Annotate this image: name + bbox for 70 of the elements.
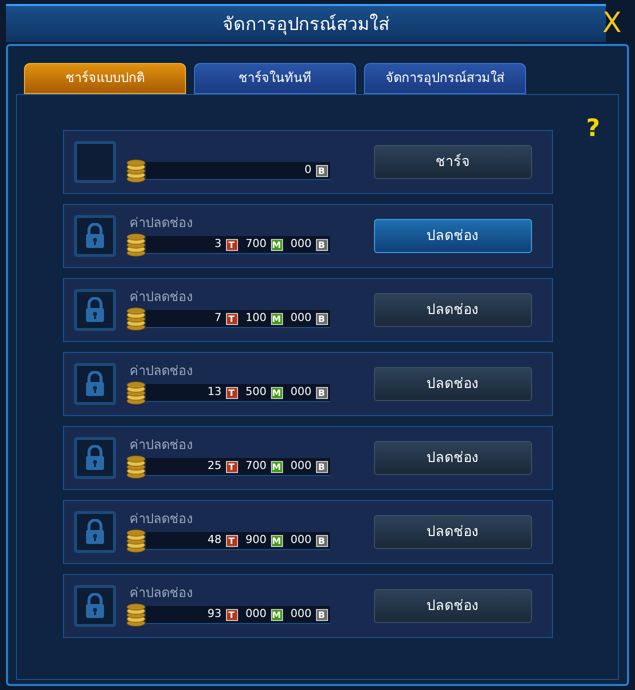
currency-badge: B <box>316 534 328 546</box>
cost-amount: 700 <box>246 236 266 252</box>
currency-badge: B <box>316 238 328 250</box>
unlock-cost-label: ค่าปลดช่อง <box>130 585 194 603</box>
unlock-cost-label: ค่าปลดช่อง <box>130 511 194 529</box>
padlock-icon <box>84 593 106 619</box>
coin-stack-icon <box>126 233 146 257</box>
padlock-icon <box>84 297 106 323</box>
charge-button[interactable]: ชาร์จ <box>374 145 532 179</box>
unlock-cost-label: ค่าปลดช่อง <box>130 289 194 307</box>
close-button[interactable]: X <box>595 6 629 40</box>
currency-badge: B <box>316 164 328 176</box>
window-title: จัดการอุปกรณ์สวมใส่ <box>222 12 390 37</box>
padlock-icon <box>84 445 106 471</box>
cost-amount: 13 <box>208 384 222 400</box>
currency-badge: T <box>226 534 238 546</box>
help-icon[interactable]: ? <box>586 115 600 141</box>
padlock-icon <box>84 519 106 545</box>
unlock-cost-label: ค่าปลดช่อง <box>130 363 194 381</box>
cost-amount: 900 <box>246 532 266 548</box>
currency-badge: T <box>226 238 238 250</box>
coin-stack-icon <box>126 529 146 553</box>
currency-badge: T <box>226 460 238 472</box>
tab[interactable]: จัดการอุปกรณ์สวมใส่ <box>364 63 526 94</box>
cost-amount: 000 <box>290 236 312 252</box>
padlock-icon <box>84 223 106 249</box>
unlock-button[interactable]: ปลดช่อง <box>374 367 532 401</box>
coin-stack-icon <box>126 455 146 479</box>
cost-amount: 3 <box>214 236 222 252</box>
unlock-cost-label: ค่าปลดช่อง <box>130 437 194 455</box>
unlock-button[interactable]: ปลดช่อง <box>374 441 532 475</box>
currency-badge: T <box>226 608 238 620</box>
cost-amount: 7 <box>214 310 222 326</box>
unlock-cost-label: ค่าปลดช่อง <box>130 215 194 233</box>
currency-badge: M <box>270 608 282 620</box>
currency-badge: M <box>270 238 282 250</box>
unlock-button[interactable]: ปลดช่อง <box>374 293 532 327</box>
currency-badge: B <box>316 386 328 398</box>
coin-stack-icon <box>126 159 146 183</box>
cost-amount: 0 <box>304 162 312 178</box>
item-slot <box>74 141 116 183</box>
coin-stack-icon <box>126 603 146 627</box>
cost-amount: 48 <box>208 532 222 548</box>
unlock-button[interactable]: ปลดช่อง <box>374 219 532 253</box>
cost-amount: 000 <box>290 310 312 326</box>
currency-badge: B <box>316 608 328 620</box>
tab[interactable]: ชาร์จในทันที <box>194 63 356 94</box>
currency-badge: M <box>270 312 282 324</box>
currency-badge: T <box>226 312 238 324</box>
currency-badge: B <box>316 460 328 472</box>
cost-amount: 000 <box>290 458 312 474</box>
coin-stack-icon <box>126 307 146 331</box>
coin-stack-icon <box>126 381 146 405</box>
unlock-button[interactable]: ปลดช่อง <box>374 589 532 623</box>
cost-amount: 25 <box>208 458 222 474</box>
currency-badge: M <box>270 386 282 398</box>
cost-amount: 000 <box>290 606 312 622</box>
cost-amount: 000 <box>290 384 312 400</box>
currency-badge: B <box>316 312 328 324</box>
cost-amount: 100 <box>246 310 266 326</box>
currency-badge: M <box>270 534 282 546</box>
cost-amount: 700 <box>246 458 266 474</box>
currency-badge: T <box>226 386 238 398</box>
cost-amount: 93 <box>208 606 222 622</box>
cost-amount: 000 <box>290 532 312 548</box>
currency-badge: M <box>270 460 282 472</box>
cost-amount: 500 <box>246 384 266 400</box>
cost-amount: 000 <box>246 606 266 622</box>
unlock-button[interactable]: ปลดช่อง <box>374 515 532 549</box>
padlock-icon <box>84 371 106 397</box>
